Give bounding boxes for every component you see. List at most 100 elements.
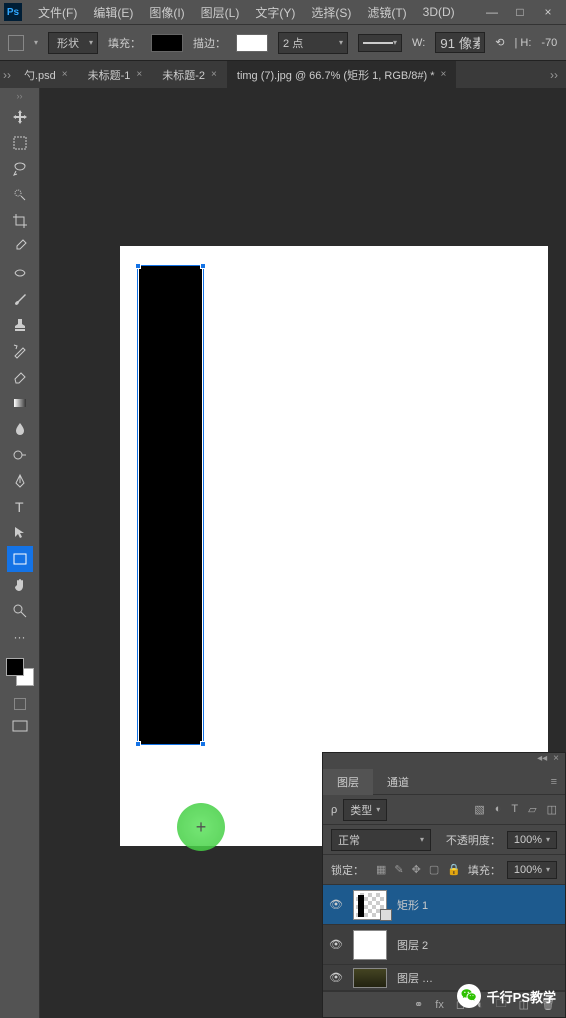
close-icon[interactable]: × — [136, 69, 142, 80]
menu-layer[interactable]: 图层(L) — [193, 4, 248, 21]
edit-toolbar-icon[interactable]: ··· — [7, 624, 33, 650]
ps-app-icon: Ps — [4, 3, 22, 21]
stroke-width-input[interactable]: 2 点▾ — [278, 32, 348, 54]
quick-mask-toggle[interactable] — [14, 698, 26, 710]
blur-tool[interactable] — [7, 416, 33, 442]
close-panel-icon[interactable]: × — [553, 753, 559, 769]
lock-all-icon[interactable]: 🔒 — [447, 863, 461, 876]
watermark-text: 千行PS教学 — [487, 987, 556, 1006]
rectangle-tool[interactable] — [7, 546, 33, 572]
channels-tab[interactable]: 通道 — [373, 769, 423, 795]
stamp-tool[interactable] — [7, 312, 33, 338]
menu-type[interactable]: 文字(Y) — [247, 4, 303, 21]
fill-opacity-input[interactable]: 100% ▾ — [507, 861, 557, 879]
hand-tool[interactable] — [7, 572, 33, 598]
layer-row[interactable]: 👁 图层 2 — [323, 925, 565, 965]
history-brush-tool[interactable] — [7, 338, 33, 364]
chevron-down-icon: ▾ — [393, 38, 397, 47]
gradient-tool[interactable] — [7, 390, 33, 416]
width-input[interactable] — [435, 32, 485, 53]
search-icon: ρ — [331, 804, 337, 816]
link-dimensions-icon[interactable]: ⟲ — [495, 36, 504, 49]
text-tool[interactable]: T — [7, 494, 33, 520]
tool-preset-icon[interactable] — [8, 35, 24, 51]
layers-panel: ◂◂ × 图层 通道 ≡ ρ 类型 ▾ ▧ ◐ T ▱ ◫ — [322, 752, 566, 1018]
screen-mode-icon[interactable] — [10, 718, 30, 734]
menu-edit[interactable]: 编辑(E) — [85, 4, 141, 21]
blend-mode-dropdown[interactable]: 正常 ▾ — [331, 829, 431, 851]
foreground-color[interactable] — [6, 658, 24, 676]
filter-adjust-icon[interactable]: ◐ — [495, 803, 502, 816]
brush-tool[interactable] — [7, 286, 33, 312]
lock-label: 锁定： — [331, 862, 364, 878]
dodge-tool[interactable] — [7, 442, 33, 468]
close-button[interactable]: × — [540, 4, 556, 20]
lock-artboard-icon[interactable]: ▢ — [429, 863, 439, 876]
toolbar-expand-icon[interactable]: ›› — [0, 90, 39, 102]
visibility-toggle-icon[interactable]: 👁 — [329, 971, 343, 984]
lock-position-icon[interactable]: ✥ — [412, 863, 421, 876]
lock-pixels-icon[interactable]: ✎ — [394, 863, 403, 876]
stroke-label: 描边： — [193, 35, 226, 51]
marquee-tool[interactable] — [7, 130, 33, 156]
filter-type-dropdown[interactable]: 类型 ▾ — [343, 799, 387, 821]
layers-tab[interactable]: 图层 — [323, 769, 373, 795]
layer-name[interactable]: 矩形 1 — [397, 897, 428, 913]
pen-tool[interactable] — [7, 468, 33, 494]
quick-select-tool[interactable] — [7, 182, 33, 208]
close-icon[interactable]: × — [62, 69, 68, 80]
layer-style-icon[interactable]: fx — [435, 999, 444, 1011]
menu-image[interactable]: 图像(I) — [141, 4, 192, 21]
visibility-toggle-icon[interactable]: 👁 — [329, 898, 343, 911]
menu-file[interactable]: 文件(F) — [30, 4, 85, 21]
menu-filter[interactable]: 滤镜(T) — [359, 4, 414, 21]
shape-mode-dropdown[interactable]: 形状 ▾ — [48, 32, 98, 54]
layer-thumbnail[interactable] — [353, 890, 387, 920]
tab-overflow-icon[interactable]: ›› — [542, 68, 566, 82]
layer-thumbnail[interactable] — [353, 930, 387, 960]
filter-shape-icon[interactable]: ▱ — [528, 803, 536, 816]
document-tab[interactable]: 未标题-2 × — [152, 61, 227, 89]
zoom-tool[interactable] — [7, 598, 33, 624]
layer-row[interactable]: 👁 矩形 1 — [323, 885, 565, 925]
opacity-input[interactable]: 100% ▾ — [507, 831, 557, 849]
document-tab-bar: ›› 勺.psd × 未标题-1 × 未标题-2 × timg (7).jpg … — [0, 60, 566, 88]
expand-tabs-icon[interactable]: ›› — [0, 68, 14, 82]
stroke-color-swatch[interactable] — [236, 34, 268, 52]
document-tab[interactable]: 未标题-1 × — [78, 61, 153, 89]
layer-list: 👁 矩形 1 👁 图层 2 👁 图层 … — [323, 885, 565, 991]
maximize-button[interactable]: □ — [512, 4, 528, 20]
eraser-tool[interactable] — [7, 364, 33, 390]
filter-text-icon[interactable]: T — [511, 803, 518, 816]
rectangle-shape[interactable] — [139, 266, 202, 744]
healing-tool[interactable] — [7, 260, 33, 286]
menu-3d[interactable]: 3D(D) — [415, 5, 463, 19]
layer-name[interactable]: 图层 2 — [397, 937, 428, 953]
panel-menu-icon[interactable]: ≡ — [543, 776, 565, 788]
options-bar: ▾ 形状 ▾ 填充： 描边： 2 点▾ ▾ W: ⟲ | H: -70 — [0, 24, 566, 60]
move-tool[interactable] — [7, 104, 33, 130]
minimize-button[interactable]: — — [484, 4, 500, 20]
filter-pixel-icon[interactable]: ▧ — [474, 803, 484, 816]
color-swatches[interactable] — [6, 658, 34, 686]
crop-tool[interactable] — [7, 208, 33, 234]
opacity-label: 不透明度： — [446, 832, 501, 848]
menu-select[interactable]: 选择(S) — [303, 4, 359, 21]
document-tab[interactable]: 勺.psd × — [14, 61, 78, 89]
close-icon[interactable]: × — [441, 69, 447, 80]
eyedropper-tool[interactable] — [7, 234, 33, 260]
canvas-area[interactable]: + ◂◂ × 图层 通道 ≡ ρ 类型 ▾ ▧ ◐ — [40, 88, 566, 1018]
layer-thumbnail[interactable] — [353, 968, 387, 988]
lock-transparency-icon[interactable]: ▦ — [376, 863, 386, 876]
filter-smart-icon[interactable]: ◫ — [547, 803, 557, 816]
layer-name[interactable]: 图层 … — [397, 970, 433, 986]
visibility-toggle-icon[interactable]: 👁 — [329, 938, 343, 951]
fill-color-swatch[interactable] — [151, 34, 183, 52]
link-layers-icon[interactable]: ⚭ — [414, 998, 423, 1011]
collapse-panel-icon[interactable]: ◂◂ — [537, 753, 547, 769]
document-tab-active[interactable]: timg (7).jpg @ 66.7% (矩形 1, RGB/8#) * × — [227, 61, 456, 89]
close-icon[interactable]: × — [211, 69, 217, 80]
path-select-tool[interactable] — [7, 520, 33, 546]
stroke-style-dropdown[interactable]: ▾ — [358, 34, 402, 52]
lasso-tool[interactable] — [7, 156, 33, 182]
